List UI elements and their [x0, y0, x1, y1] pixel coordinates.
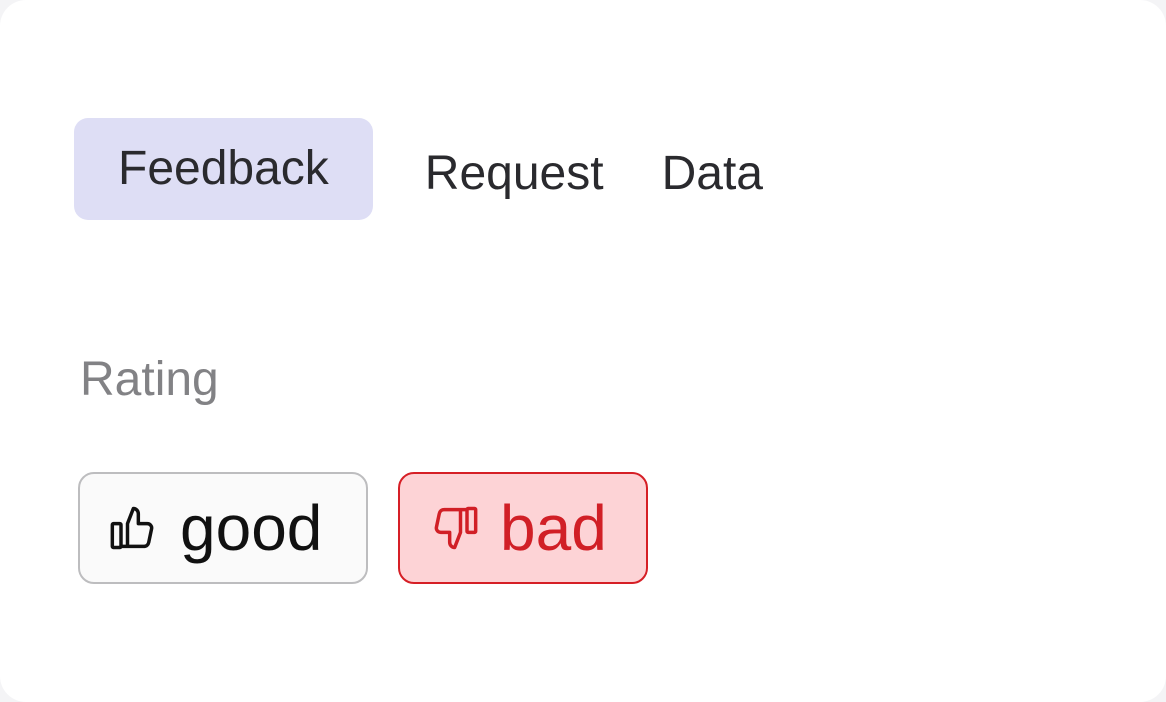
- bad-rating-button[interactable]: bad: [398, 472, 648, 584]
- bad-rating-label: bad: [500, 492, 607, 564]
- good-rating-button[interactable]: good: [78, 472, 368, 584]
- thumbs-up-icon: [108, 502, 160, 554]
- rating-label: Rating: [80, 353, 219, 406]
- tab-bar: Feedback Request Data: [74, 118, 763, 220]
- tab-feedback[interactable]: Feedback: [74, 118, 373, 220]
- thumbs-down-icon: [428, 502, 480, 554]
- feedback-panel: Feedback Request Data Rating good bad: [0, 0, 1166, 702]
- good-rating-label: good: [180, 492, 323, 564]
- tab-data[interactable]: Data: [662, 140, 763, 198]
- tab-request[interactable]: Request: [425, 140, 604, 198]
- rating-options: good bad: [78, 472, 648, 584]
